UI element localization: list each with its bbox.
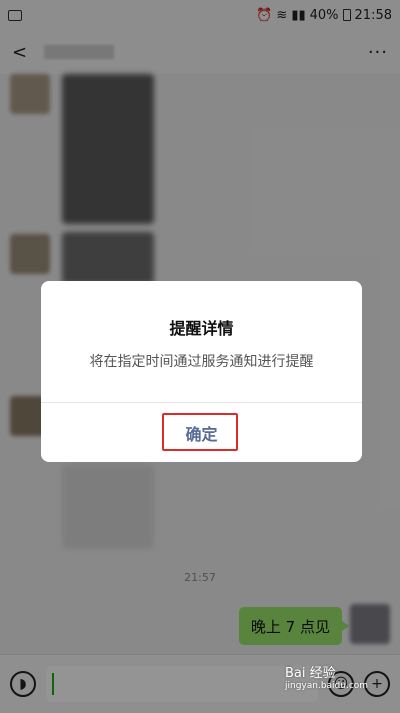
confirm-label: 确定 (185, 424, 218, 444)
reminder-dialog: 提醒详情 将在指定时间通过服务通知进行提醒 确定 (41, 281, 362, 462)
confirm-button[interactable]: 确定 (41, 403, 362, 462)
watermark-main: Bai 经验 (285, 666, 336, 681)
watermark-sub: jingyan.baidu.com (285, 681, 369, 691)
dialog-title: 提醒详情 (169, 319, 234, 338)
dialog-message: 将在指定时间通过服务通知进行提醒 (89, 354, 314, 370)
baidu-watermark: Bai 经验 jingyan.baidu.com (285, 662, 368, 691)
